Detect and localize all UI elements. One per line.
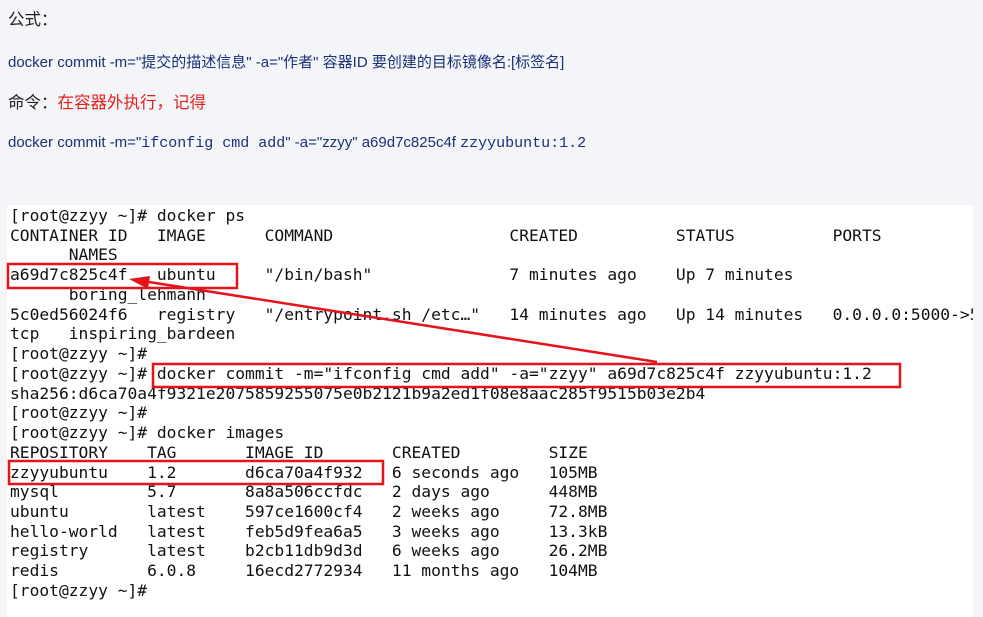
images-header: REPOSITORY TAG IMAGE ID CREATED SIZE — [10, 442, 588, 462]
formula-label: 公式： — [8, 11, 58, 29]
ps-header: CONTAINER ID IMAGE COMMAND CREATED STATU… — [10, 225, 882, 245]
ps-row-registry: 5c0ed56024f6 registry "/entrypoint.sh /e… — [10, 304, 973, 324]
images-row-ubuntu: ubuntu latest 597ce1600cf4 2 weeks ago 7… — [10, 502, 608, 522]
command-example-prefix: docker commit -m=" — [8, 134, 142, 151]
command-label: 命令： — [8, 94, 58, 112]
terminal-screenshot: [root@zzyy ~]# docker ps CONTAINER ID IM… — [7, 205, 973, 617]
terminal-prompt-docker-ps: [root@zzyy ~]# docker ps — [10, 206, 246, 225]
ps-row-registry-name: tcp inspiring_bardeen — [10, 324, 236, 344]
images-row-hello-world: hello-world latest feb5d9fea6a5 3 weeks … — [10, 521, 608, 541]
ps-header-names: NAMES — [10, 245, 118, 265]
images-row-zzyyubuntu: zzyyubuntu 1.2 d6ca70a4f932 6 seconds ag… — [10, 462, 598, 482]
formula-syntax: docker commit -m="提交的描述信息" -a="作者" 容器ID … — [8, 54, 565, 71]
command-example-message: ifconfig cmd add — [141, 135, 286, 152]
terminal-prompt-empty: [root@zzyy ~]# — [10, 580, 148, 600]
command-example-middle: " -a="zzyy" a69d7c825c4f — [285, 134, 461, 151]
images-row-registry: registry latest b2cb11db9d3d 6 weeks ago… — [10, 541, 608, 561]
command-heading: 命令：在容器外执行，记得 — [8, 93, 206, 114]
terminal-output: [root@zzyy ~]# docker ps CONTAINER ID IM… — [10, 206, 973, 601]
terminal-prompt-docker-commit: [root@zzyy ~]# docker commit -m="ifconfi… — [10, 363, 872, 383]
terminal-prompt-empty: [root@zzyy ~]# — [10, 344, 148, 364]
terminal-prompt-docker-images: [root@zzyy ~]# docker images — [10, 423, 285, 443]
images-row-redis: redis 6.0.8 16ecd2772934 11 months ago 1… — [10, 561, 598, 581]
ps-row-ubuntu-name: boring_lehmann — [10, 284, 206, 304]
ps-row-ubuntu: a69d7c825c4f ubuntu "/bin/bash" 7 minute… — [10, 265, 794, 285]
commit-sha256-output: sha256:d6ca70a4f9321e2075859255075e0b212… — [10, 383, 706, 403]
command-hint: 在容器外执行，记得 — [57, 94, 207, 112]
formula-heading: 公式： — [8, 10, 58, 31]
formula-syntax-line: docker commit -m="提交的描述信息" -a="作者" 容器ID … — [8, 53, 564, 73]
command-example: docker commit -m="ifconfig cmd add" -a="… — [8, 133, 586, 154]
command-example-target: zzyyubuntu:1.2 — [460, 135, 587, 152]
terminal-prompt-empty: [root@zzyy ~]# — [10, 403, 148, 423]
images-row-mysql: mysql 5.7 8a8a506ccfdc 2 days ago 448MB — [10, 482, 598, 502]
